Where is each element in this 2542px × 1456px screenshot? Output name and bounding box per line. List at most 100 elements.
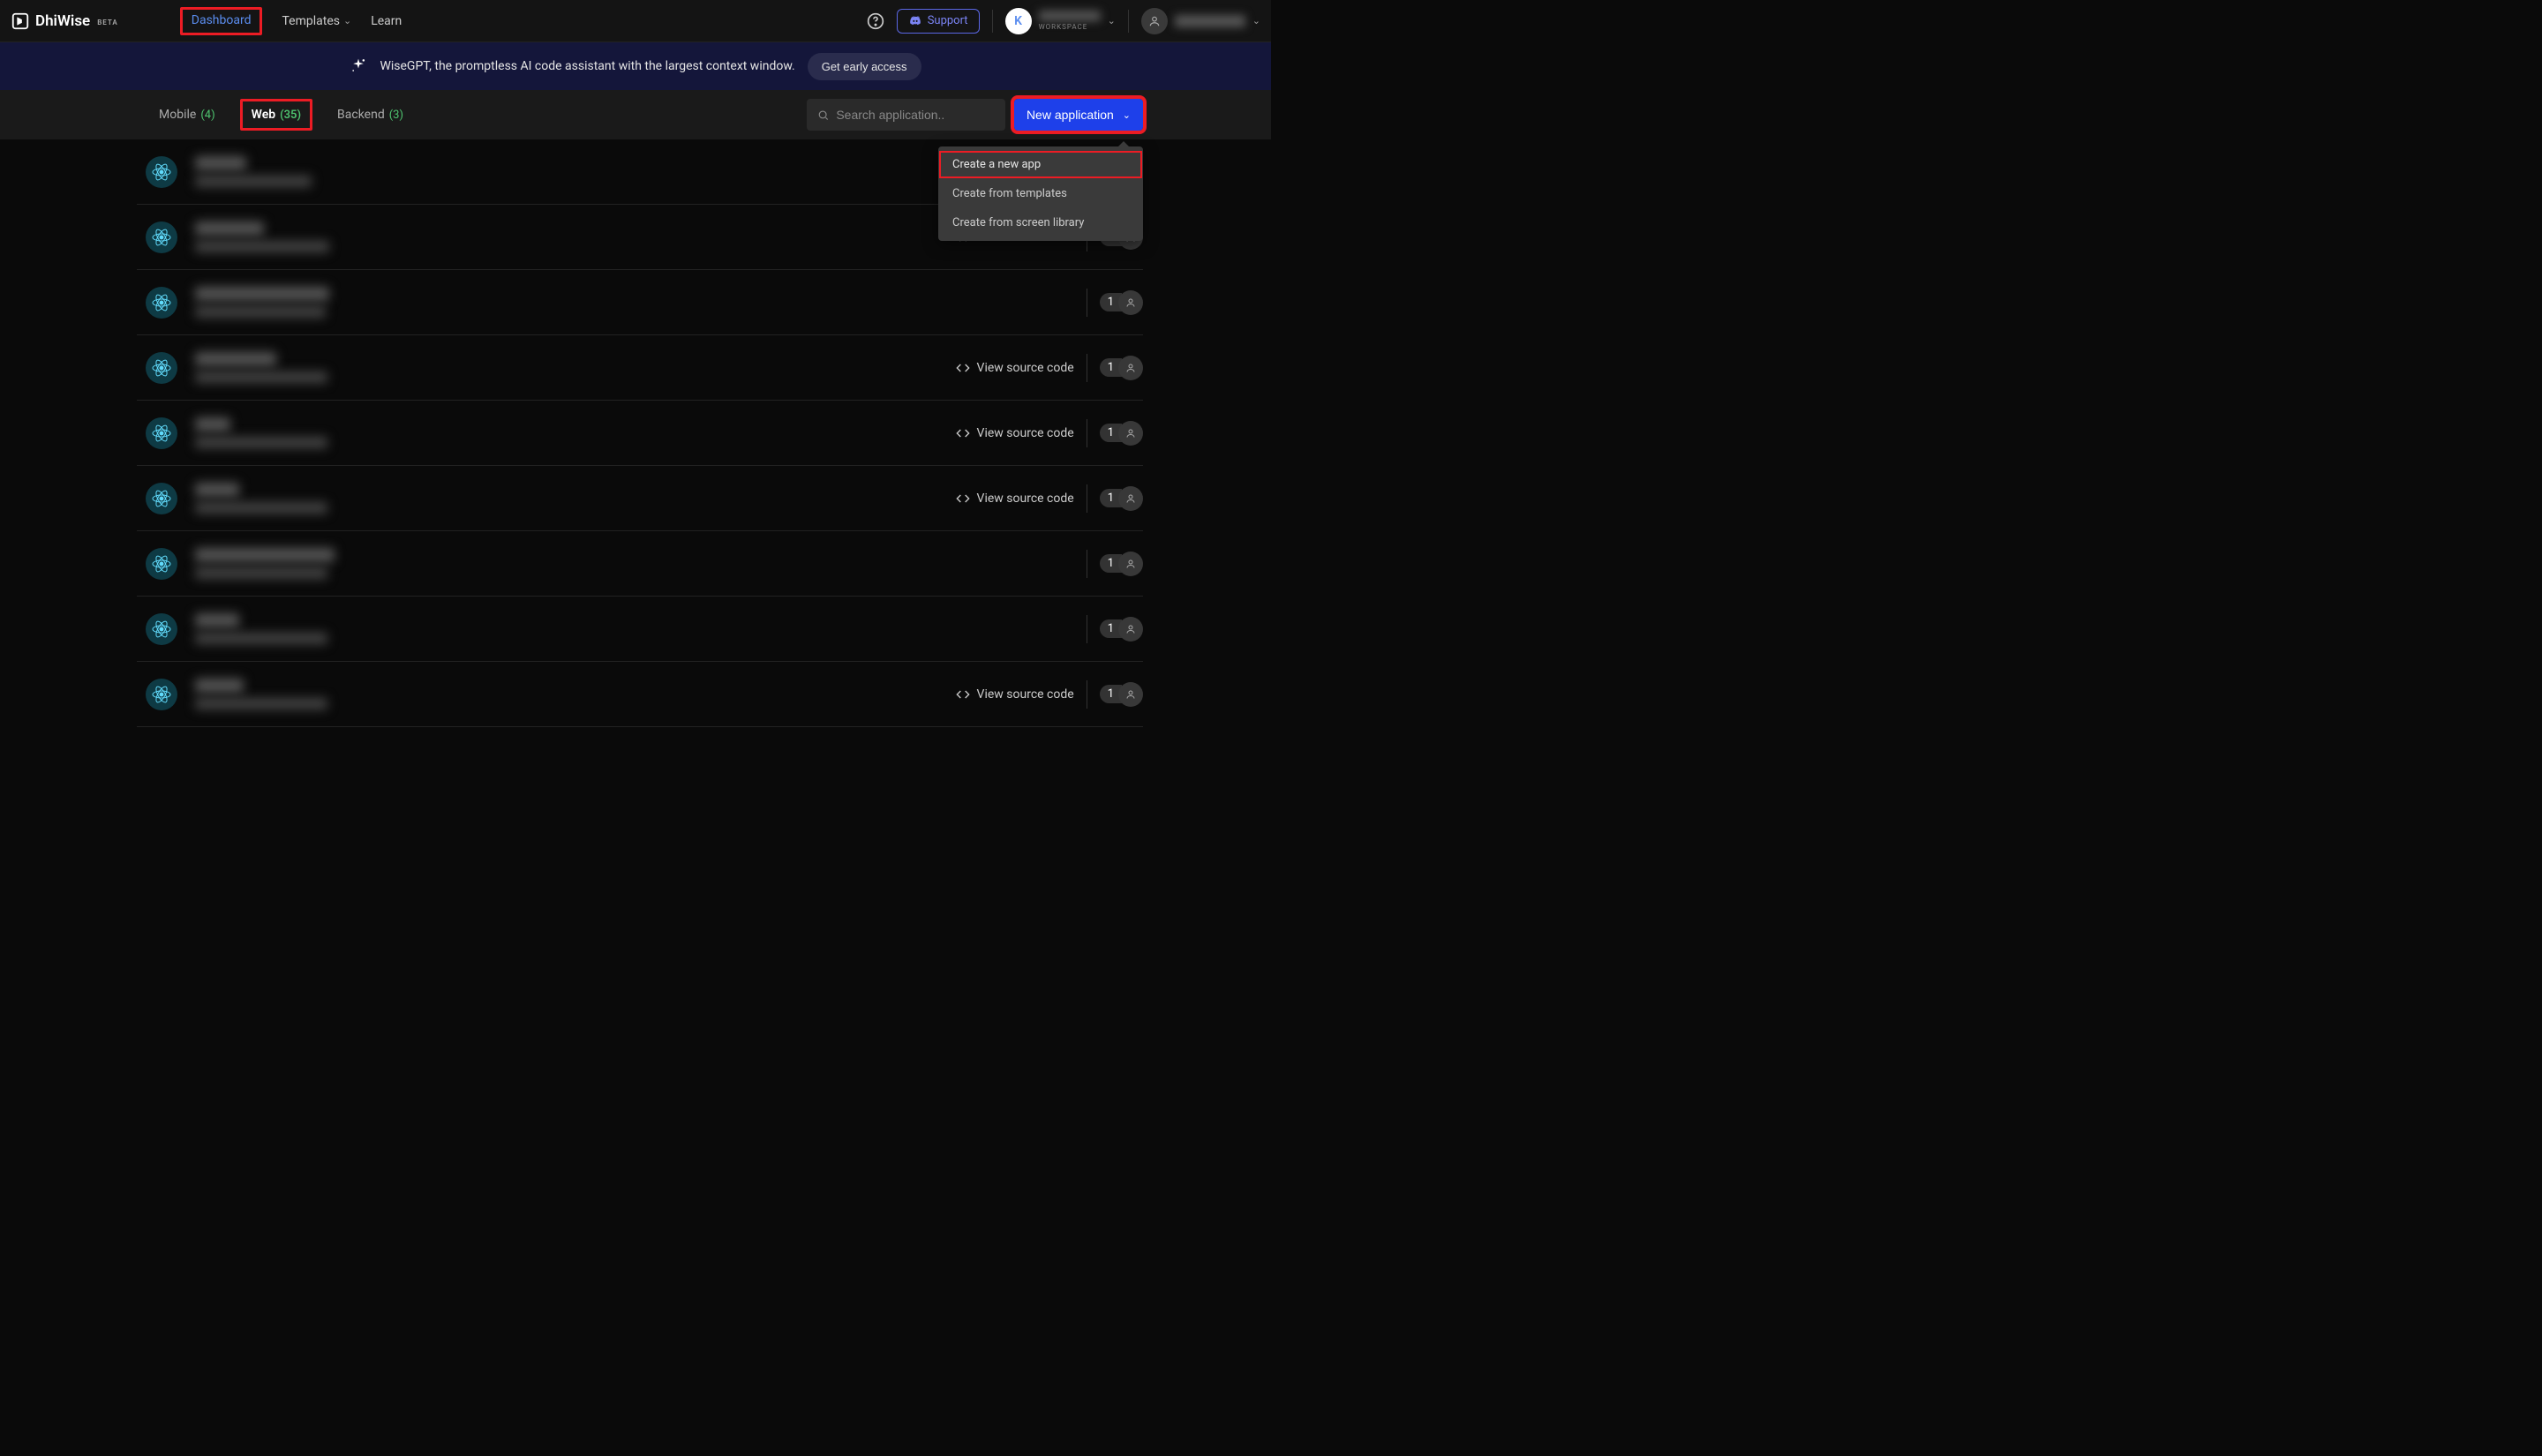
new-app-label: New application <box>1027 108 1114 122</box>
app-info <box>195 221 329 252</box>
app-subtitle-blurred <box>195 372 327 383</box>
sparkle-icon <box>350 57 367 75</box>
brand-logo[interactable]: DhiWise BETA <box>11 11 118 31</box>
app-icon <box>146 156 177 188</box>
chevron-down-icon: ⌄ <box>343 15 351 26</box>
help-icon[interactable] <box>867 12 884 30</box>
view-source-label: View source code <box>977 492 1074 506</box>
member-pill[interactable]: 1 <box>1100 617 1143 642</box>
nav-learn[interactable]: Learn <box>371 14 402 28</box>
member-pill[interactable]: 1 <box>1100 356 1143 380</box>
chevron-down-icon: ⌄ <box>1108 15 1116 26</box>
view-source-label: View source code <box>977 426 1074 440</box>
app-info <box>195 352 327 383</box>
workspace-name-blurred <box>1039 11 1101 21</box>
workspace-switcher[interactable]: K WORKSPACE ⌄ <box>1005 8 1116 34</box>
app-row-actions: 1 <box>1087 289 1143 317</box>
app-row[interactable]: 1 <box>137 531 1143 597</box>
app-row-actions: 1 <box>1087 615 1143 643</box>
tab-mobile[interactable]: Mobile (4) <box>150 101 224 128</box>
workspace-info: WORKSPACE <box>1039 11 1101 32</box>
divider <box>992 10 993 33</box>
app-row-actions: View source code 1 <box>956 680 1143 709</box>
member-pill[interactable]: 1 <box>1100 290 1143 315</box>
app-subtitle-blurred <box>195 567 327 579</box>
app-row[interactable]: View source code 1 <box>137 662 1143 727</box>
app-icon <box>146 548 177 580</box>
new-application-button[interactable]: New application ⌄ <box>1014 99 1143 131</box>
person-icon <box>1125 624 1136 634</box>
person-icon <box>1125 297 1136 308</box>
view-source-link[interactable]: View source code <box>956 492 1074 506</box>
brand-beta: BETA <box>97 19 118 26</box>
person-icon <box>1125 363 1136 373</box>
nav-templates-label: Templates <box>282 14 340 28</box>
member-pill[interactable]: 1 <box>1100 552 1143 576</box>
tab-backend-count: (3) <box>389 109 403 122</box>
app-icon <box>146 417 177 449</box>
app-row[interactable]: 1 <box>137 270 1143 335</box>
tab-backend-label: Backend <box>337 108 385 122</box>
app-icon <box>146 679 177 710</box>
member-avatar <box>1118 290 1143 315</box>
subheader: Mobile (4) Web (35) Backend (3) New appl… <box>0 90 1271 139</box>
app-info <box>195 156 312 187</box>
code-icon <box>956 492 970 506</box>
top-nav: Dashboard Templates ⌄ Learn <box>180 7 402 35</box>
app-icon <box>146 287 177 319</box>
tab-web-count: (35) <box>280 109 301 122</box>
new-app-dropdown: Create a new app Create from templates C… <box>938 146 1143 241</box>
view-source-label: View source code <box>977 361 1074 375</box>
chevron-down-icon: ⌄ <box>1252 15 1260 26</box>
nav-templates[interactable]: Templates ⌄ <box>282 14 351 28</box>
person-icon <box>1148 15 1161 27</box>
app-row-actions: View source code 1 <box>956 484 1143 513</box>
search-input[interactable] <box>836 108 995 122</box>
member-avatar <box>1118 682 1143 707</box>
tab-web-label: Web <box>252 108 276 122</box>
view-source-link[interactable]: View source code <box>956 687 1074 702</box>
view-source-link[interactable]: View source code <box>956 426 1074 440</box>
app-row-actions: View source code 1 <box>956 354 1143 382</box>
view-source-link[interactable]: View source code <box>956 361 1074 375</box>
member-avatar <box>1118 421 1143 446</box>
app-subtitle-blurred <box>195 241 329 252</box>
topbar-right: Support K WORKSPACE ⌄ ⌄ <box>867 8 1260 34</box>
code-icon <box>956 687 970 702</box>
app-info <box>195 417 327 448</box>
member-pill[interactable]: 1 <box>1100 486 1143 511</box>
app-subtitle-blurred <box>195 306 326 318</box>
app-row[interactable]: View source code 1 <box>137 401 1143 466</box>
search-box[interactable] <box>807 99 1005 131</box>
topbar: DhiWise BETA Dashboard Templates ⌄ Learn… <box>0 0 1271 42</box>
member-avatar <box>1118 552 1143 576</box>
dropdown-from-templates[interactable]: Create from templates <box>938 179 1143 208</box>
app-row[interactable]: 1 <box>137 597 1143 662</box>
app-row[interactable]: View source code 1 <box>137 466 1143 531</box>
tab-web[interactable]: Web (35) <box>240 99 312 131</box>
app-info <box>195 679 327 709</box>
support-button[interactable]: Support <box>897 9 980 34</box>
app-title-blurred <box>195 417 230 432</box>
discord-icon <box>908 14 922 28</box>
app-info <box>195 613 327 644</box>
banner-cta-button[interactable]: Get early access <box>808 53 921 80</box>
chevron-down-icon: ⌄ <box>1123 109 1131 121</box>
tab-backend[interactable]: Backend (3) <box>328 101 412 128</box>
app-title-blurred <box>195 287 329 301</box>
member-pill[interactable]: 1 <box>1100 421 1143 446</box>
dropdown-from-library[interactable]: Create from screen library <box>938 208 1143 237</box>
app-info <box>195 287 329 318</box>
nav-dashboard[interactable]: Dashboard <box>180 7 263 35</box>
app-title-blurred <box>195 352 276 366</box>
app-subtitle-blurred <box>195 633 327 644</box>
app-title-blurred <box>195 483 239 497</box>
member-pill[interactable]: 1 <box>1100 682 1143 707</box>
dropdown-create-new[interactable]: Create a new app <box>938 150 1143 179</box>
user-menu[interactable]: ⌄ <box>1141 8 1260 34</box>
app-row[interactable]: View source code 1 <box>137 335 1143 401</box>
promo-banner: WiseGPT, the promptless AI code assistan… <box>0 42 1271 90</box>
app-subtitle-blurred <box>195 437 327 448</box>
platform-tabs: Mobile (4) Web (35) Backend (3) <box>150 99 412 131</box>
app-subtitle-blurred <box>195 176 312 187</box>
